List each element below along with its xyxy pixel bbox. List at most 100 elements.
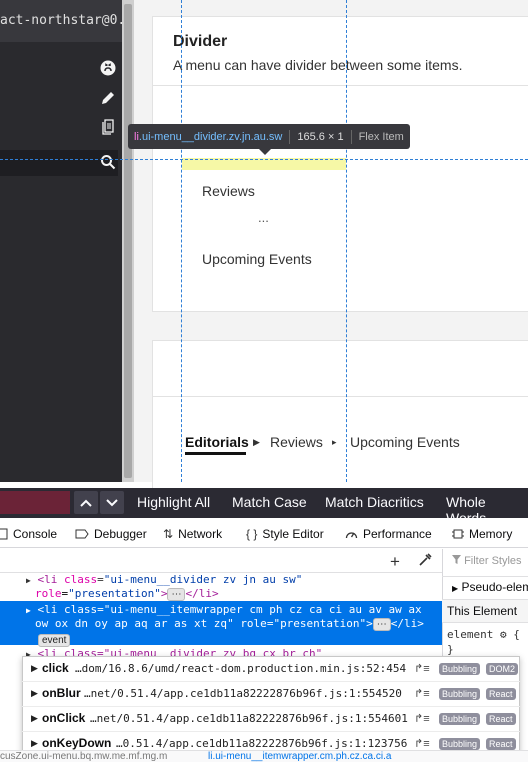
arrow-right-icon: ▶ (253, 437, 260, 447)
highlight-all-toggle[interactable]: Highlight All (137, 494, 210, 510)
jump-to-definition-icon[interactable]: ↱≡ (414, 662, 430, 675)
node1-class: ui-menu__divider zv jn au sw (110, 573, 296, 586)
github-icon[interactable] (98, 58, 118, 78)
gauge-icon (345, 532, 358, 539)
section-description: A menu can have divider between some ite… (173, 57, 463, 73)
menu-item-reviews[interactable]: Reviews (202, 183, 255, 199)
filter-icon (452, 555, 461, 564)
node2-role: presentation (280, 617, 360, 630)
node2-class-line2: ow ox dn oy ap aq ar as xt zq (35, 617, 228, 630)
element-rule: element ⚙ { (447, 628, 520, 641)
chevron-up-icon (80, 499, 92, 507)
vertical-guide-left (181, 0, 182, 482)
tab-debugger-label: Debugger (94, 527, 147, 541)
tab-memory[interactable]: Memory (452, 527, 512, 541)
event-source[interactable]: …net/0.51.4/app.ce1db11a82222876b96f.js:… (90, 712, 408, 725)
tab-memory-label: Memory (469, 527, 513, 541)
event-phase-badge: Bubbling (439, 688, 481, 700)
expand-triangle-icon[interactable]: ▶ (31, 688, 38, 699)
filter-placeholder: Filter Styles (464, 555, 522, 567)
expand-triangle-icon[interactable]: ▶ (31, 738, 38, 749)
breadcrumb-ancestor[interactable]: cusZone.ui-menu.bq.mw.me.mf.mg.m (0, 751, 167, 762)
node2-class-line1: ui-menu__itemwrapper cm ph cz ca ci au a… (110, 603, 422, 616)
dom-node-divider-role: role="presentation"> ⋯ </li> (35, 587, 219, 601)
event-badge-label: event (38, 634, 71, 647)
console-icon (0, 528, 8, 540)
vertical-guide-right (346, 0, 347, 482)
event-type-badge: React (486, 738, 516, 750)
card-separator (152, 396, 528, 397)
expand-triangle-icon: ▶ (452, 584, 459, 593)
package-name: act-northstar@0.5 (0, 13, 122, 28)
tab-network-label: Network (178, 527, 223, 541)
jump-to-definition-icon[interactable]: ↱≡ (414, 737, 430, 750)
match-case-toggle[interactable]: Match Case (232, 494, 307, 510)
element-rule-close: } (447, 643, 454, 656)
infobar-flex-type: Flex Item (358, 130, 404, 143)
edit-icon[interactable] (98, 88, 118, 108)
highlighter-infobar: li .ui-menu__divider.zv.jn.au.sw 165.6 × … (128, 124, 410, 149)
node1-role: presentation (74, 587, 155, 600)
menu-item-upcoming-events-horizontal[interactable]: Upcoming Events (350, 434, 460, 450)
event-name: onClick (42, 711, 86, 725)
match-diacritics-toggle[interactable]: Match Diacritics (325, 494, 424, 510)
infobar-arrow (259, 149, 271, 155)
infobar-class: .ui-menu__divider.zv.jn.au.sw (138, 130, 283, 143)
event-source[interactable]: …net/0.51.4/app.ce1db11a82222876b96f.js:… (84, 687, 402, 700)
event-source[interactable]: …dom/16.8.6/umd/react-dom.production.min… (75, 662, 406, 675)
inspector-toolbar (0, 549, 442, 573)
event-name: click (42, 661, 69, 675)
find-input[interactable] (0, 491, 70, 514)
this-element-label: This Element (447, 604, 518, 618)
tab-console[interactable]: Console (0, 527, 57, 541)
tab-style-editor[interactable]: { } Style Editor (246, 527, 324, 541)
menu-item-reviews-horizontal[interactable]: Reviews (270, 434, 323, 450)
find-next-button[interactable] (100, 491, 124, 514)
event-phase-badge: Bubbling (439, 713, 481, 725)
expand-triangle-icon[interactable]: ▶ (31, 663, 38, 674)
breadcrumb-current[interactable]: li.ui-menu__itemwrapper.cm.ph.cz.ca.ci.a (208, 751, 391, 762)
pseudo-elements-label: Pseudo-elem (461, 580, 528, 594)
breadcrumb-example-card (152, 340, 528, 490)
network-icon: ⇅ (163, 527, 174, 541)
package-name-bar: act-northstar@0.5 (0, 0, 122, 42)
selected-node-line2: ow ox dn oy ap aq ar as xt zq" role="pre… (35, 617, 424, 631)
chevron-down-icon (106, 498, 118, 506)
active-item-underline (185, 452, 246, 455)
event-source[interactable]: …0.51.4/app.ce1db11a82222876b96f.js:1:12… (116, 737, 407, 750)
debugger-icon (75, 529, 89, 539)
event-type-badge: React (486, 713, 516, 725)
tab-performance-label: Performance (363, 527, 432, 541)
selected-node-line1: ▶ <li class="ui-menu__itemwrapper cm ph … (26, 603, 422, 616)
memory-icon (452, 529, 464, 539)
add-node-icon[interactable]: + (390, 552, 400, 572)
menu-item-ellipsis[interactable]: ... (258, 210, 269, 225)
search-icon[interactable] (98, 152, 118, 172)
inspector-breadcrumbs: cusZone.ui-menu.bq.mw.me.mf.mg.m li.ui-m… (0, 750, 528, 762)
expand-triangle-icon[interactable]: ▶ (26, 576, 31, 585)
expand-triangle-icon[interactable]: ▶ (26, 606, 31, 615)
infobar-dimensions: 165.6 × 1 (297, 130, 344, 143)
pseudo-elements-toggle[interactable]: ▶ Pseudo-elem (452, 580, 528, 594)
left-scrollbar-thumb[interactable] (124, 4, 132, 478)
jump-to-definition-icon[interactable]: ↱≡ (414, 712, 430, 725)
expand-triangle-icon[interactable]: ▶ (31, 713, 38, 724)
event-phase-badge: Bubbling (439, 663, 481, 675)
event-name: onKeyDown (42, 736, 112, 750)
filter-styles-input[interactable]: Filter Styles (452, 555, 522, 567)
document-icon[interactable] (98, 117, 118, 137)
menu-item-editorials[interactable]: Editorials (185, 434, 249, 450)
jump-to-definition-icon[interactable]: ↱≡ (414, 687, 430, 700)
menu-item-upcoming-events[interactable]: Upcoming Events (202, 251, 312, 267)
event-type-badge: DOM2 (486, 663, 519, 675)
eyedropper-icon[interactable] (418, 553, 432, 572)
arrow-right-icon: ▸ (332, 437, 337, 447)
tab-console-label: Console (13, 527, 58, 541)
tab-debugger[interactable]: Debugger (75, 527, 147, 541)
tab-network[interactable]: ⇅ Network (163, 527, 222, 541)
dom-node-divider[interactable]: ▶ <li class="ui-menu__divider zv jn au s… (26, 573, 302, 586)
tab-performance[interactable]: Performance (345, 527, 432, 541)
event-type-badge: React (486, 688, 516, 700)
event-badge[interactable]: event (38, 630, 71, 648)
find-previous-button[interactable] (74, 491, 98, 514)
